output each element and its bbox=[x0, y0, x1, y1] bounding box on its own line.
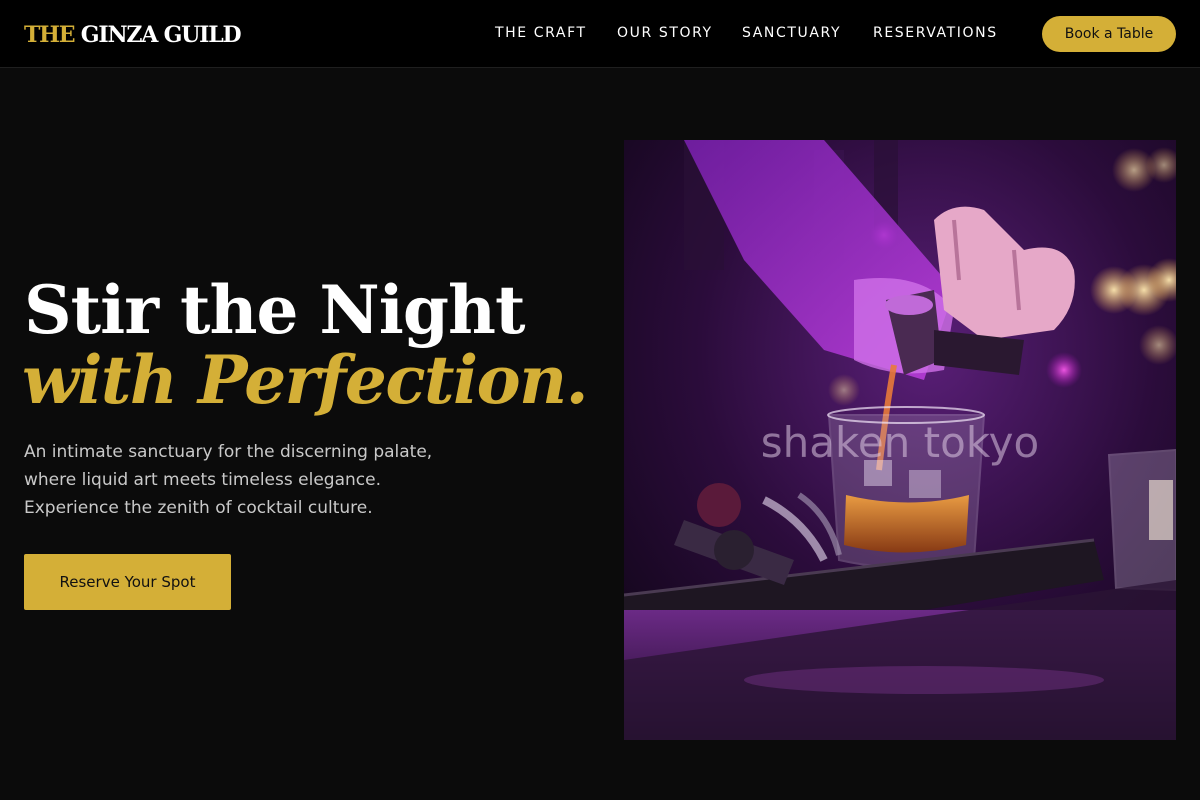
nav-link-the-craft[interactable]: THE CRAFT bbox=[495, 24, 587, 42]
image-watermark: shaken tokyo bbox=[760, 418, 1040, 467]
hero-bartender-photo: shaken tokyo bbox=[624, 140, 1176, 740]
hero-description-line: Experience the zenith of cocktail cultur… bbox=[24, 498, 373, 518]
nav-link-our-story[interactable]: OUR STORY bbox=[617, 24, 713, 42]
site-header: THE GINZA GUILD THE CRAFT OUR STORY SANC… bbox=[0, 0, 1200, 68]
nav-link-reservations[interactable]: RESERVATIONS bbox=[873, 24, 998, 42]
brand-logo[interactable]: THE GINZA GUILD bbox=[24, 21, 242, 49]
nav-link-sanctuary[interactable]: SANCTUARY bbox=[742, 24, 841, 42]
hero-title-line1: Stir the Night bbox=[24, 271, 525, 349]
hero-description: An intimate sanctuary for the discerning… bbox=[24, 438, 464, 522]
book-a-table-button[interactable]: Book a Table bbox=[1042, 16, 1176, 52]
hero-description-line: where liquid art meets timeless elegance… bbox=[24, 470, 381, 490]
hero-title-line2: with Perfection. bbox=[22, 341, 589, 419]
logo-main-text: GINZA GUILD bbox=[80, 22, 242, 48]
reserve-your-spot-button[interactable]: Reserve Your Spot bbox=[24, 554, 231, 610]
hero-description-line: An intimate sanctuary for the discerning… bbox=[24, 442, 433, 462]
logo-accent-text: THE bbox=[24, 22, 76, 48]
